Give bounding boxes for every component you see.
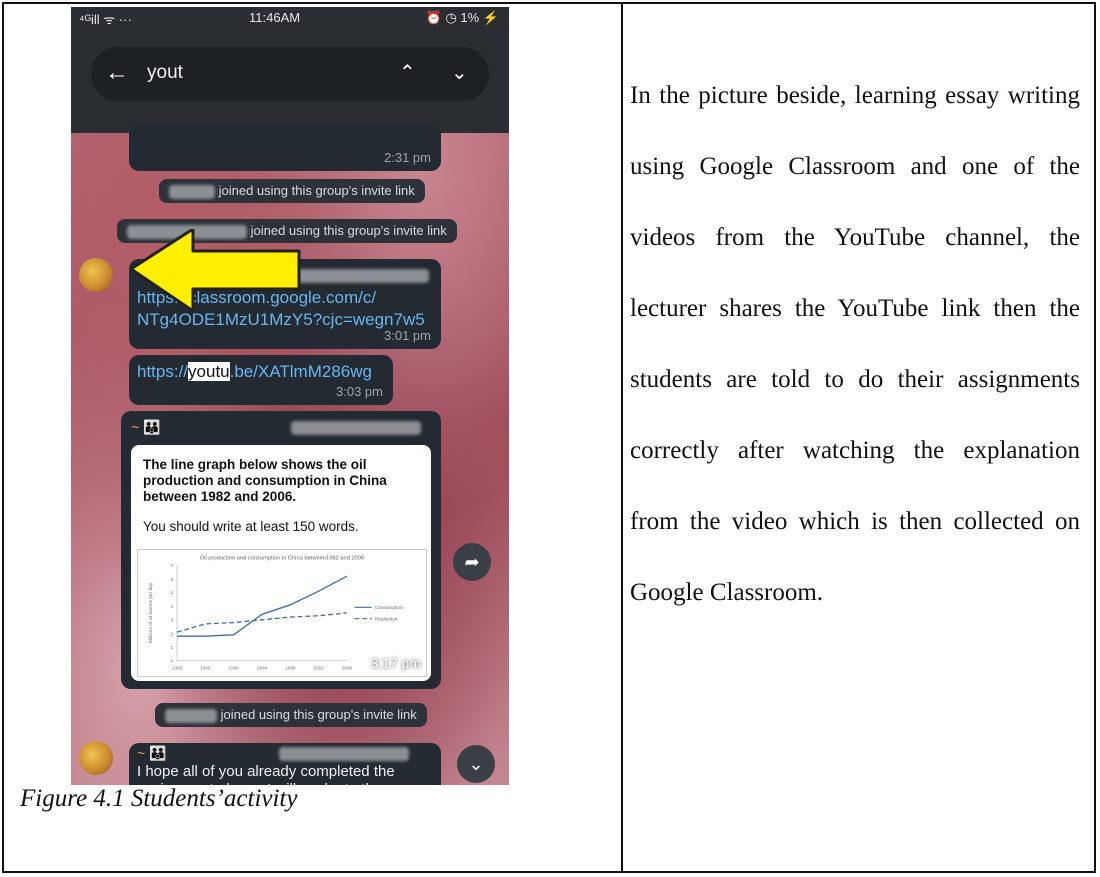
search-highlight: youtu [188,362,230,381]
message-bubble[interactable]: 2:31 pm [129,125,441,171]
x-tick-label: 1990 [228,665,239,671]
status-bar: ⁴ᴳill ᯤ ··· 11:46AM ⏰ ◷ 1% ⚡ [71,7,509,29]
y-tick-label: 2 [171,631,174,637]
y-tick-label: 4 [171,604,174,610]
chevron-down-icon[interactable]: ⌄ [451,60,468,85]
legend-label: Consumption [375,605,403,611]
x-tick-label: 1994 [257,665,268,671]
avatar[interactable] [79,258,113,292]
series-line-production [176,612,347,633]
x-tick-label: 1986 [200,665,211,671]
y-tick-label: 0 [171,659,174,665]
x-tick-label: 2006 [342,665,353,671]
message-bubble[interactable]: https://youtu.be/XATlmM286wg 3:03 pm [129,355,393,405]
message-text: I hope all of you already completed the … [137,763,395,785]
y-tick-label: 7 [171,563,174,569]
yellow-arrow-annotation [131,229,301,313]
chevron-up-icon[interactable]: ⌃ [399,60,416,85]
message-time: 3:01 pm [384,328,431,343]
message-time: 3:03 pm [336,384,383,399]
status-time: 11:46AM [249,10,301,25]
scroll-down-button[interactable]: ⌄ [457,745,495,783]
x-tick-label: 2002 [313,665,324,671]
system-message: joined using this group's invite link [155,703,427,727]
share-button[interactable]: ➦ [453,543,491,581]
phone-screenshot: ⁴ᴳill ᯤ ··· 11:46AM ⏰ ◷ 1% ⚡ ← yout ⌃ ⌄ … [71,7,509,785]
battery-indicator: ⏰ ◷ 1% ⚡ [425,10,499,25]
search-input[interactable]: yout [147,62,183,84]
task-word-count: You should write at least 150 words. [143,519,359,534]
message-time: 3:17 pm [370,655,421,671]
column-divider [621,4,623,871]
y-axis-label: Millions of oil barrels per day [148,582,154,643]
search-pill: ← yout ⌃ ⌄ [91,47,489,101]
chart-title: Oil production and consumption in China … [200,556,364,562]
y-tick-label: 5 [171,590,174,596]
sender-name: ~ 👪 [131,419,161,435]
image-message-bubble[interactable]: ~ 👪 The line graph below shows the oil p… [121,411,441,689]
y-tick-label: 6 [171,577,174,583]
signal-indicator: ⁴ᴳill ᯤ ··· [79,12,132,27]
system-message: joined using this group's invite link [159,179,425,203]
legend-label: Production [375,617,398,623]
message-time: 2:31 pm [384,150,431,165]
body-paragraph: In the picture beside, learning essay wr… [630,82,1080,606]
sender-name: ~ 👪 [137,745,167,761]
y-tick-label: 3 [171,618,174,624]
youtube-link[interactable]: https://youtu.be/XATlmM286wg [137,361,372,383]
x-tick-label: 1998 [285,665,296,671]
search-bar: ← yout ⌃ ⌄ [71,29,509,133]
series-line-consumption [177,575,348,637]
task-question: The line graph below shows the oil produ… [143,457,387,504]
message-bubble[interactable]: ~ 👪 I hope all of you already completed … [129,743,441,785]
x-tick-label: 1982 [172,665,183,671]
figure-caption: Figure 4.1 Students’activity [20,785,298,812]
task-image[interactable]: The line graph below shows the oil produ… [131,445,431,681]
back-arrow-icon[interactable]: ← [105,59,129,87]
y-tick-label: 1 [171,645,174,651]
avatar[interactable] [79,741,113,775]
